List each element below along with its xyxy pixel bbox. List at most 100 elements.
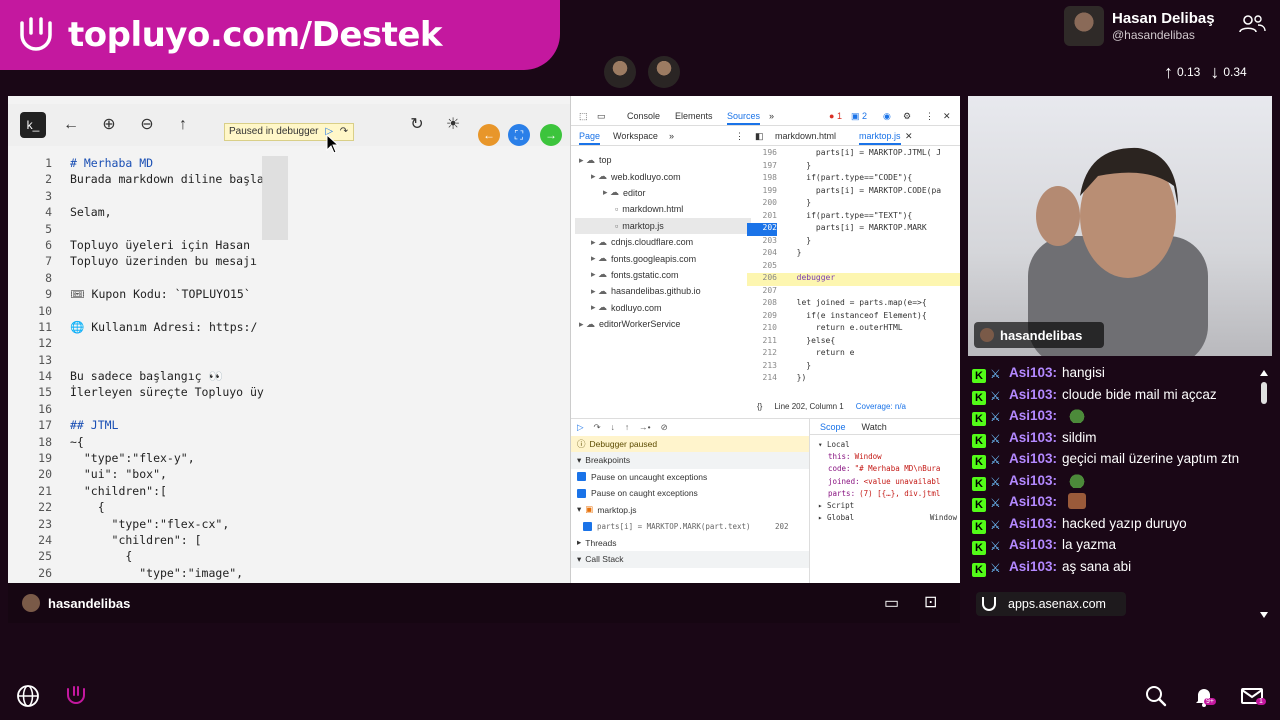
tree-item[interactable]: ▫ markdown.html: [575, 201, 751, 217]
scope-global[interactable]: ▸ Global Window: [818, 512, 960, 524]
tree-item[interactable]: ▸ ☁ kodluyo.com: [575, 300, 751, 316]
chat-username[interactable]: Asi103:: [1009, 537, 1057, 552]
line-number[interactable]: 205: [747, 261, 777, 274]
search-icon[interactable]: [1144, 684, 1168, 708]
tree-item[interactable]: ▸ ☁ web.kodluyo.com: [575, 168, 751, 184]
editor-minimap[interactable]: [262, 156, 288, 240]
chat-username[interactable]: Asi103:: [1009, 473, 1057, 488]
app-logo-icon[interactable]: k_: [20, 112, 46, 138]
tree-item[interactable]: ▸ ☁ editorWorkerService: [575, 316, 751, 332]
tree-item[interactable]: ▸ ☁ fonts.gstatic.com: [575, 267, 751, 283]
line-number[interactable]: 199: [747, 186, 777, 199]
code-line[interactable]: 14 Bu sadece başlangıç 👀: [16, 369, 316, 385]
code-line[interactable]: 20 "ui": "box",: [16, 467, 316, 483]
globe-icon[interactable]: [16, 684, 40, 708]
sidebar-toggle-icon[interactable]: ⋮: [735, 131, 744, 142]
line-number[interactable]: 214: [747, 373, 777, 386]
source-view[interactable]: 196 parts[i] = MARKTOP.JTML( J 197 } 198 i…: [747, 148, 960, 398]
threads-header[interactable]: ▸ Threads: [571, 535, 809, 552]
tree-item[interactable]: ▸ ☁ fonts.googleapis.com: [575, 250, 751, 266]
chat-username[interactable]: Asi103:: [1009, 387, 1057, 402]
people-icon[interactable]: [1238, 14, 1266, 34]
code-line[interactable]: 21 "children":[: [16, 484, 316, 500]
callstack-header[interactable]: ▾ Call Stack: [571, 551, 809, 568]
inspect-icon[interactable]: ⬚: [579, 111, 588, 122]
chat-message[interactable]: K ⚔ Asi103:: [968, 405, 1258, 427]
source-line[interactable]: 207: [747, 286, 960, 299]
chat-message[interactable]: K ⚔ Asi103: la yazma: [968, 534, 1258, 556]
source-line[interactable]: 206 debugger: [747, 273, 960, 286]
chat-username[interactable]: Asi103:: [1009, 430, 1057, 445]
step-over-icon[interactable]: ↷: [340, 126, 348, 137]
next-circle-button[interactable]: →: [540, 124, 562, 146]
tree-item[interactable]: ▸ ☁ top: [575, 152, 751, 168]
arrow-up-icon[interactable]: ↑: [1164, 62, 1173, 83]
scope-row[interactable]: parts: (7) [{…}, div.jtml: [818, 488, 960, 500]
code-line[interactable]: 18 ~{: [16, 435, 316, 451]
chat-message[interactable]: K ⚔ Asi103: hangisi: [968, 362, 1258, 384]
tree-item[interactable]: ▸ ☁ editor: [575, 185, 751, 201]
tab-console[interactable]: Console: [627, 111, 660, 121]
panel-toggle-icon[interactable]: ◧: [755, 131, 764, 142]
chat-message[interactable]: K ⚔ Asi103: geçici mail üzerine yaptım ztn: [968, 448, 1258, 470]
tree-item[interactable]: ▸ ☁ hasandelibas.github.io: [575, 283, 751, 299]
theme-sun-icon[interactable]: ☀: [442, 114, 464, 136]
close-icon[interactable]: ✕: [943, 111, 951, 122]
chat-username[interactable]: Asi103:: [1009, 365, 1057, 380]
device-icon[interactable]: ▭: [597, 111, 606, 122]
code-line[interactable]: 12: [16, 336, 316, 352]
tab-elements[interactable]: Elements: [675, 111, 713, 121]
code-line[interactable]: 9 🎟 Kupon Kodu: `TOPLUYO15`: [16, 287, 316, 303]
chat-scrollbar[interactable]: [1258, 364, 1270, 622]
code-line[interactable]: 26 "type":"image",: [16, 566, 316, 582]
tab-sources[interactable]: Sources: [727, 111, 761, 125]
source-line[interactable]: 196 parts[i] = MARKTOP.JTML( J: [747, 148, 960, 161]
chat-message[interactable]: K ⚔ Asi103: sildim: [968, 427, 1258, 449]
line-number[interactable]: 200: [747, 198, 777, 211]
source-line[interactable]: 197 }: [747, 161, 960, 174]
line-number[interactable]: 202: [747, 223, 777, 236]
code-line[interactable]: 16: [16, 402, 316, 418]
prev-circle-button[interactable]: ←: [478, 124, 500, 146]
chat-message[interactable]: K ⚔ Asi103: cloude bide mail mi açcaz: [968, 384, 1258, 406]
source-line[interactable]: 214 }): [747, 373, 960, 386]
chat-message[interactable]: K ⚔ Asi103:: [968, 491, 1258, 513]
resume-icon[interactable]: ▷: [577, 422, 584, 433]
code-line[interactable]: 8: [16, 271, 316, 287]
error-count[interactable]: ● 1: [829, 111, 842, 121]
chat-message[interactable]: K ⚔ Asi103:: [968, 470, 1258, 492]
tab-watch[interactable]: Watch: [862, 422, 887, 432]
code-line[interactable]: 11 🌐 Kullanım Adresi: https:/: [16, 320, 316, 336]
overlay-link[interactable]: apps.asenax.com: [976, 592, 1126, 616]
chat-username[interactable]: Asi103:: [1009, 451, 1057, 466]
file-tab-markdown[interactable]: markdown.html: [775, 131, 836, 141]
warning-count[interactable]: ▣ 2: [851, 111, 867, 122]
source-line[interactable]: 198 if(part.type=="CODE"){: [747, 173, 960, 186]
source-line[interactable]: 208 let joined = parts.map(e=>{: [747, 298, 960, 311]
breakpoints-header[interactable]: ▾ Breakpoints: [571, 452, 809, 469]
caught-checkbox-row[interactable]: Pause on caught exceptions: [571, 485, 809, 502]
code-line[interactable]: 6 Topluyo üyeleri için Hasan: [16, 238, 316, 254]
chat-message[interactable]: K ⚔ Asi103: aş sana abi: [968, 556, 1258, 578]
more-tabs-icon[interactable]: »: [769, 111, 774, 121]
ai-icon[interactable]: ◉: [883, 111, 891, 122]
line-number[interactable]: 204: [747, 248, 777, 261]
source-line[interactable]: 199 parts[i] = MARKTOP.CODE(pa: [747, 186, 960, 199]
code-line[interactable]: 17 ## JTML: [16, 418, 316, 434]
chat-username[interactable]: Asi103:: [1009, 559, 1057, 574]
topluyo-logo-icon[interactable]: [64, 684, 88, 708]
settings-gear-icon[interactable]: ⚙: [903, 111, 911, 122]
mail-icon[interactable]: 1: [1240, 684, 1266, 708]
line-number[interactable]: 198: [747, 173, 777, 186]
source-line[interactable]: 200 }: [747, 198, 960, 211]
breakpoint-row[interactable]: parts[i] = MARKTOP.MARK(part.text) 202: [571, 518, 809, 535]
line-number[interactable]: 211: [747, 336, 777, 349]
line-number[interactable]: 207: [747, 286, 777, 299]
checkbox[interactable]: [577, 488, 586, 498]
chat-username[interactable]: Asi103:: [1009, 494, 1057, 509]
upload-icon[interactable]: ↑: [172, 114, 194, 136]
zoom-out-icon[interactable]: ⊖: [136, 114, 158, 136]
scope-row[interactable]: code: "# Merhaba MD\nBura: [818, 463, 960, 475]
uncaught-checkbox-row[interactable]: Pause on uncaught exceptions: [571, 469, 809, 486]
bell-icon[interactable]: 9+: [1192, 684, 1216, 708]
